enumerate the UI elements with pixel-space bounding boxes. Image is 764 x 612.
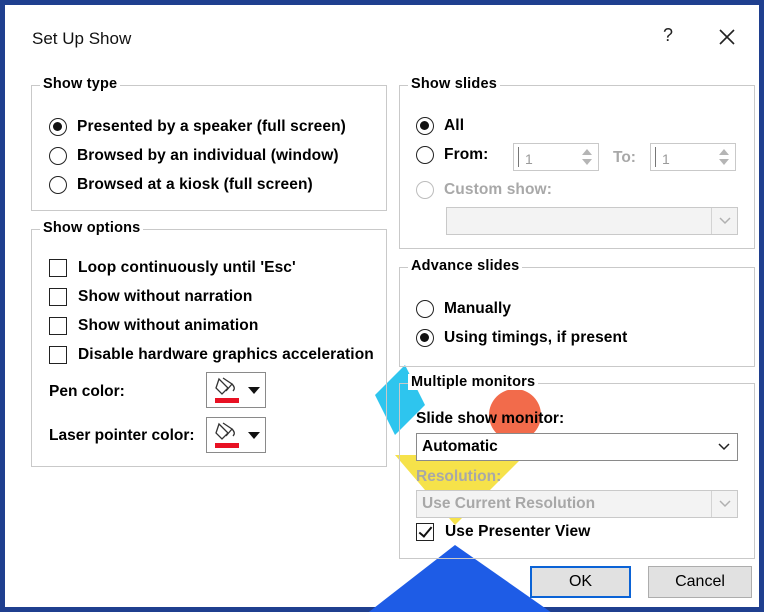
help-button[interactable]: ? xyxy=(658,25,678,51)
show-options-legend: Show options xyxy=(40,220,144,236)
radio-presented-by-speaker[interactable]: Presented by a speaker (full screen) xyxy=(49,118,346,136)
radio-browsed-by-individual[interactable]: Browsed by an individual (window) xyxy=(49,147,339,165)
checkbox-use-presenter-view[interactable]: Use Presenter View xyxy=(416,523,590,541)
radio-label: Presented by a speaker (full screen) xyxy=(77,118,346,135)
checkbox-label: Show without narration xyxy=(78,288,253,305)
chevron-down-icon[interactable] xyxy=(711,491,737,517)
to-slide-spinner[interactable]: 1 xyxy=(650,143,736,171)
ok-button[interactable]: OK xyxy=(530,566,631,598)
laser-pointer-color-button[interactable] xyxy=(206,417,266,453)
resolution-select[interactable]: Use Current Resolution xyxy=(416,490,738,518)
radio-label: Browsed at a kiosk (full screen) xyxy=(77,176,313,193)
radio-indicator[interactable] xyxy=(49,176,67,194)
radio-label: Manually xyxy=(444,300,512,317)
to-label: To: xyxy=(613,149,636,166)
resolution-label: Resolution: xyxy=(416,468,502,485)
radio-all-slides[interactable]: All xyxy=(416,117,464,135)
checkbox-without-animation[interactable]: Show without animation xyxy=(49,317,258,335)
multiple-monitors-legend: Multiple monitors xyxy=(408,374,539,390)
set-up-show-dialog: Set Up Show ? Show type Presented by a s… xyxy=(0,0,764,612)
radio-using-timings[interactable]: Using timings, if present xyxy=(416,329,627,347)
show-type-legend: Show type xyxy=(40,76,121,92)
from-slide-spinner[interactable]: 1 xyxy=(513,143,599,171)
spin-arrows-icon[interactable] xyxy=(713,144,735,170)
radio-indicator[interactable] xyxy=(49,118,67,136)
radio-indicator[interactable] xyxy=(49,147,67,165)
to-slide-value[interactable]: 1 xyxy=(655,147,713,167)
spin-arrows-icon[interactable] xyxy=(576,144,598,170)
radio-from-slide[interactable]: From: xyxy=(416,146,488,164)
checkbox-disable-hw-acceleration[interactable]: Disable hardware graphics acceleration xyxy=(49,346,374,364)
chevron-down-icon xyxy=(248,386,260,394)
show-slides-group: Show slides All From: 1 To: 1 Custom sho… xyxy=(399,76,755,249)
show-options-group: Show options Loop continuously until 'Es… xyxy=(31,220,387,467)
radio-label: All xyxy=(444,117,465,134)
show-type-group: Show type Presented by a speaker (full s… xyxy=(31,76,387,211)
pen-color-label: Pen color: xyxy=(49,383,125,400)
chevron-down-icon xyxy=(248,431,260,439)
slide-show-monitor-label: Slide show monitor: xyxy=(416,410,565,427)
checkbox-label: Disable hardware graphics acceleration xyxy=(78,346,374,363)
checkbox-indicator[interactable] xyxy=(49,317,67,335)
dialog-title: Set Up Show xyxy=(32,29,132,48)
title-bar: Set Up Show ? xyxy=(5,5,759,67)
resolution-value: Use Current Resolution xyxy=(422,495,596,512)
checkbox-indicator[interactable] xyxy=(416,523,434,541)
checkbox-label: Use Presenter View xyxy=(445,523,591,540)
radio-indicator[interactable] xyxy=(416,181,434,199)
chevron-down-icon[interactable] xyxy=(711,434,737,460)
laser-pointer-color-label: Laser pointer color: xyxy=(49,427,195,444)
from-slide-value[interactable]: 1 xyxy=(518,147,576,167)
radio-manually[interactable]: Manually xyxy=(416,300,511,318)
radio-custom-show[interactable]: Custom show: xyxy=(416,181,552,199)
paint-bucket-icon xyxy=(215,422,239,448)
checkbox-indicator[interactable] xyxy=(49,288,67,306)
radio-indicator[interactable] xyxy=(416,117,434,135)
checkbox-loop-continuously[interactable]: Loop continuously until 'Esc' xyxy=(49,259,296,277)
slide-show-monitor-value: Automatic xyxy=(422,438,498,455)
advance-slides-legend: Advance slides xyxy=(408,258,523,274)
multiple-monitors-group: Multiple monitors Slide show monitor: Au… xyxy=(399,374,755,559)
radio-label: Browsed by an individual (window) xyxy=(77,147,339,164)
checkbox-indicator[interactable] xyxy=(49,259,67,277)
radio-browsed-at-kiosk[interactable]: Browsed at a kiosk (full screen) xyxy=(49,176,313,194)
close-button[interactable] xyxy=(713,23,741,51)
radio-label: From: xyxy=(444,146,489,163)
checkbox-indicator[interactable] xyxy=(49,346,67,364)
radio-indicator[interactable] xyxy=(416,329,434,347)
slide-show-monitor-select[interactable]: Automatic xyxy=(416,433,738,461)
advance-slides-group: Advance slides Manually Using timings, i… xyxy=(399,258,755,367)
close-icon xyxy=(719,29,735,45)
checkbox-label: Loop continuously until 'Esc' xyxy=(78,259,296,276)
radio-label: Custom show: xyxy=(444,181,552,198)
checkbox-label: Show without animation xyxy=(78,317,259,334)
radio-indicator[interactable] xyxy=(416,146,434,164)
radio-indicator[interactable] xyxy=(416,300,434,318)
cancel-button[interactable]: Cancel xyxy=(648,566,752,598)
custom-show-select[interactable] xyxy=(446,207,738,235)
show-slides-legend: Show slides xyxy=(408,76,500,92)
chevron-down-icon[interactable] xyxy=(711,208,737,234)
radio-label: Using timings, if present xyxy=(444,329,628,346)
paint-bucket-icon xyxy=(215,377,239,403)
checkbox-without-narration[interactable]: Show without narration xyxy=(49,288,252,306)
pen-color-button[interactable] xyxy=(206,372,266,408)
